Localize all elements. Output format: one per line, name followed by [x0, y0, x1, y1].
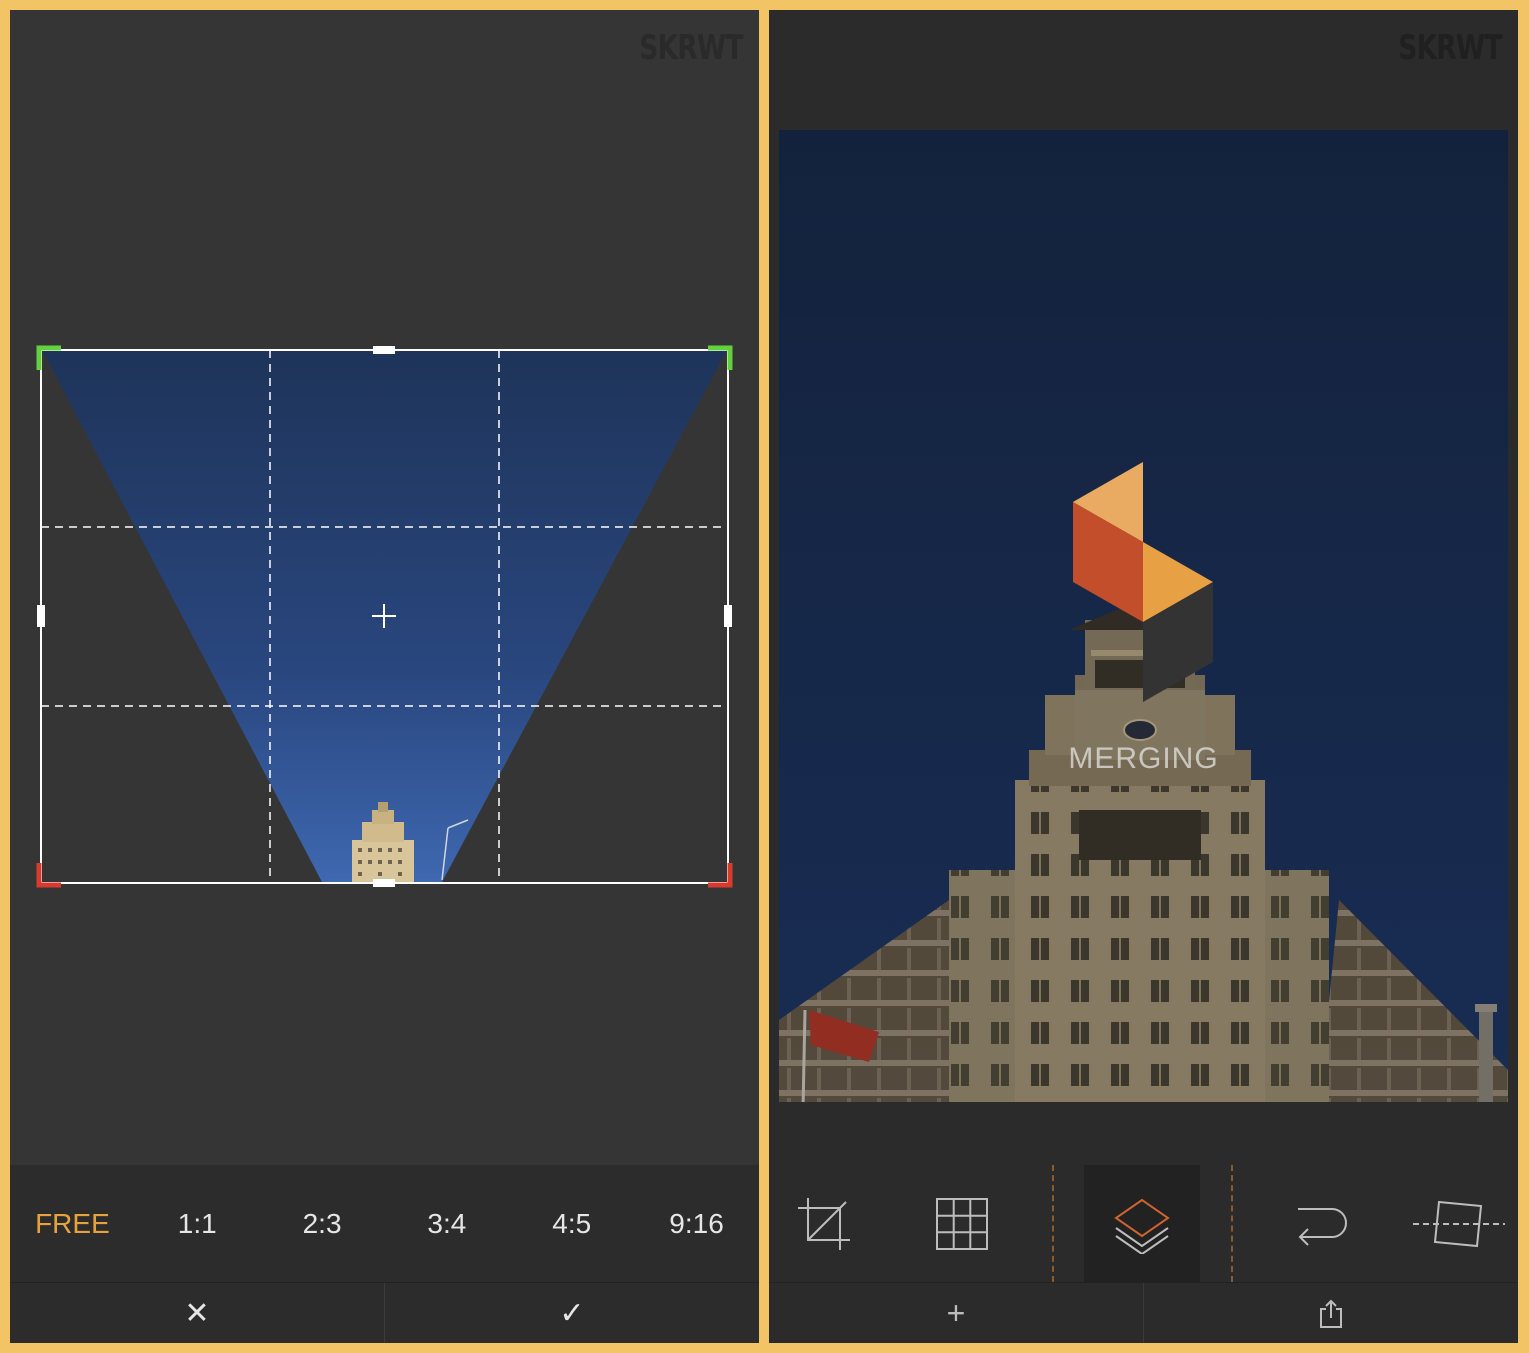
- corner-handle-bottom-right: [708, 863, 733, 888]
- crop-action-bar: ✕ ✓: [10, 1282, 759, 1343]
- tool-bar: [769, 1165, 1518, 1282]
- perspective-tool-button[interactable]: [1409, 1165, 1509, 1282]
- app-watermark: SKRWT: [1398, 28, 1502, 68]
- grid-icon: [936, 1197, 988, 1250]
- close-icon: ✕: [184, 1297, 210, 1330]
- corrected-photo: MERGING: [779, 130, 1508, 1102]
- undo-icon: [1298, 1207, 1347, 1246]
- preview-screen: SKRWT MERGING +: [769, 10, 1518, 1343]
- grid-tool-button[interactable]: [917, 1165, 1007, 1282]
- ratio-free[interactable]: FREE: [10, 1208, 135, 1240]
- confirm-button[interactable]: ✓: [384, 1283, 759, 1343]
- ratio-9-16[interactable]: 9:16: [634, 1208, 759, 1240]
- plus-icon: +: [946, 1295, 966, 1331]
- add-button[interactable]: +: [769, 1283, 1143, 1343]
- share-button[interactable]: [1143, 1283, 1518, 1343]
- checkmark-icon: ✓: [559, 1297, 585, 1330]
- share-icon: [1320, 1299, 1342, 1328]
- crop-canvas[interactable]: [10, 10, 759, 1165]
- ratio-4-5[interactable]: 4:5: [509, 1208, 634, 1240]
- crop-editor-screen: SKRWT FREE 1:1 2:3 3:4 4:5 9:16 ✕ ✓: [10, 10, 759, 1343]
- ratio-1-1[interactable]: 1:1: [135, 1208, 260, 1240]
- cancel-button[interactable]: ✕: [10, 1283, 384, 1343]
- preview-action-bar: +: [769, 1282, 1518, 1343]
- crop-tool-button[interactable]: [779, 1165, 869, 1282]
- layers-tool-button[interactable]: [1084, 1165, 1200, 1282]
- merging-status-text: MERGING: [1068, 742, 1219, 775]
- layers-icon: [1114, 1198, 1170, 1254]
- undo-tool-button[interactable]: [1277, 1165, 1367, 1282]
- ratio-3-4[interactable]: 3:4: [384, 1208, 509, 1240]
- crop-icon: [798, 1197, 850, 1250]
- corner-handle-bottom-left: [36, 863, 61, 888]
- aspect-ratio-bar: FREE 1:1 2:3 3:4 4:5 9:16: [10, 1165, 759, 1282]
- perspective-icon: [1413, 1200, 1505, 1247]
- ratio-2-3[interactable]: 2:3: [260, 1208, 385, 1240]
